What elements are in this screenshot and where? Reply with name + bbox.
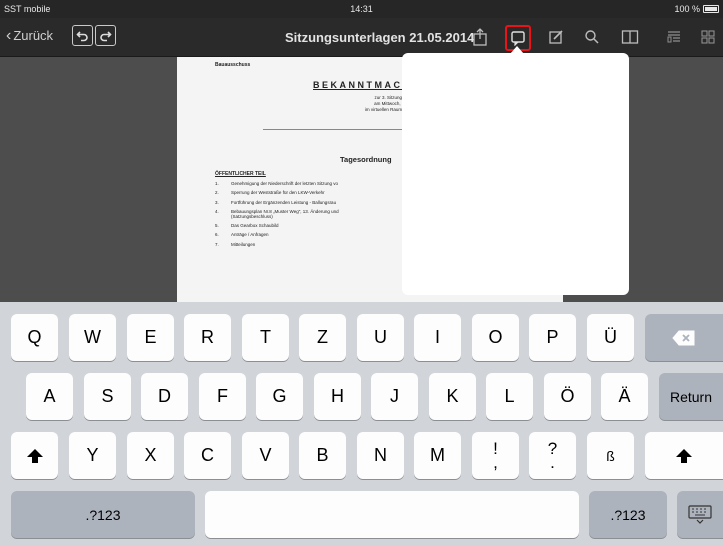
shift-icon bbox=[676, 448, 692, 463]
key-g[interactable]: G bbox=[256, 373, 303, 420]
agenda-item-number: 1. bbox=[215, 181, 219, 186]
agenda-item-text: Fortführung der Ergänzenden Leistung - B… bbox=[231, 199, 337, 205]
battery-percent: 100 % bbox=[674, 4, 700, 14]
key-u[interactable]: U bbox=[357, 314, 404, 361]
annotation-popover[interactable] bbox=[402, 53, 629, 295]
key-v[interactable]: V bbox=[242, 432, 289, 479]
key-x[interactable]: X bbox=[127, 432, 174, 479]
document-author: Bauausschuss bbox=[215, 62, 251, 68]
edit-icon bbox=[549, 30, 563, 44]
outline-icon bbox=[667, 31, 680, 43]
agenda-item-number: 5. bbox=[215, 223, 219, 229]
document-heading: BEKANNTMACH bbox=[313, 80, 412, 90]
back-label: Zurück bbox=[13, 28, 54, 43]
key-p[interactable]: P bbox=[529, 314, 576, 361]
annotation-icon bbox=[511, 31, 525, 46]
backspace-key[interactable] bbox=[645, 314, 723, 361]
clock: 14:31 bbox=[350, 4, 373, 14]
undo-icon bbox=[76, 31, 88, 42]
key-h[interactable]: H bbox=[314, 373, 361, 420]
section-heading: ÖFFENTLICHER TEIL bbox=[215, 171, 266, 177]
redo-button[interactable] bbox=[95, 25, 116, 46]
key-q[interactable]: Q bbox=[11, 314, 58, 361]
key-exclaim-comma[interactable]: !, bbox=[472, 432, 519, 479]
edit-button[interactable] bbox=[546, 27, 566, 47]
search-icon bbox=[585, 30, 599, 44]
key-m[interactable]: M bbox=[414, 432, 461, 479]
undo-button[interactable] bbox=[72, 25, 93, 46]
battery-indicator: 100 % bbox=[674, 4, 719, 14]
agenda-item-number: 2. bbox=[215, 190, 219, 196]
key-t[interactable]: T bbox=[242, 314, 289, 361]
shift-icon bbox=[26, 448, 43, 463]
chevron-left-icon: ‹ bbox=[6, 27, 12, 44]
numbers-key-right[interactable]: .?123 bbox=[589, 491, 667, 538]
keyboard: Q W E R T Z U I O P Ü A S D F G H J K L … bbox=[0, 302, 723, 546]
undo-redo-group bbox=[72, 25, 118, 46]
key-bottom-char: , bbox=[493, 452, 498, 472]
agenda-item-text: Das Gearbox Schaubild bbox=[231, 223, 279, 229]
key-d[interactable]: D bbox=[141, 373, 188, 420]
key-b[interactable]: B bbox=[299, 432, 346, 479]
search-button[interactable] bbox=[582, 27, 602, 47]
agenda-item-text: Genehmigung der Niederschrift der letzte… bbox=[231, 181, 339, 186]
key-l[interactable]: L bbox=[486, 373, 533, 420]
agenda-item-text: Mitteilungen bbox=[231, 241, 256, 247]
key-n[interactable]: N bbox=[357, 432, 404, 479]
agenda-item-number: 6. bbox=[215, 232, 219, 238]
book-view-button[interactable] bbox=[620, 27, 640, 47]
status-bar: SST mobile 14:31 100 % bbox=[0, 0, 723, 18]
grid-view-button[interactable] bbox=[698, 27, 718, 47]
share-icon bbox=[473, 28, 487, 46]
grid-icon bbox=[701, 30, 715, 44]
key-k[interactable]: K bbox=[429, 373, 476, 420]
backspace-icon bbox=[672, 330, 695, 345]
key-ue[interactable]: Ü bbox=[587, 314, 634, 361]
key-r[interactable]: R bbox=[184, 314, 231, 361]
redo-icon bbox=[100, 31, 112, 42]
shift-key-right[interactable] bbox=[645, 432, 723, 479]
key-z[interactable]: Z bbox=[299, 314, 346, 361]
battery-icon bbox=[703, 5, 719, 13]
back-button[interactable]: ‹ Zurück bbox=[6, 27, 54, 44]
key-ae[interactable]: Ä bbox=[601, 373, 648, 420]
key-s[interactable]: S bbox=[84, 373, 131, 420]
key-question-period[interactable]: ?. bbox=[529, 432, 576, 479]
key-i[interactable]: I bbox=[414, 314, 461, 361]
keyboard-dismiss-icon bbox=[688, 504, 712, 524]
key-c[interactable]: C bbox=[184, 432, 231, 479]
outline-button[interactable] bbox=[664, 27, 684, 47]
key-y[interactable]: Y bbox=[69, 432, 116, 479]
book-icon bbox=[621, 30, 639, 44]
space-bar[interactable] bbox=[205, 491, 579, 538]
key-e[interactable]: E bbox=[127, 314, 174, 361]
agenda-item-text: Sperrung der Weststraße für den LKW-Verk… bbox=[231, 190, 325, 196]
shift-key-left[interactable] bbox=[11, 432, 58, 479]
agenda-item-number: 4. bbox=[215, 208, 219, 214]
key-a[interactable]: A bbox=[26, 373, 73, 420]
share-button[interactable] bbox=[470, 27, 490, 47]
agenda-item-text: Anträge / Anfragen bbox=[231, 232, 269, 238]
numbers-key-left[interactable]: .?123 bbox=[11, 491, 195, 538]
key-o[interactable]: O bbox=[472, 314, 519, 361]
return-key[interactable]: Return bbox=[659, 373, 723, 420]
agenda-title: Tagesordnung bbox=[340, 155, 392, 164]
key-sharp-s[interactable]: ß bbox=[587, 432, 634, 479]
document-title: Sitzungsunterlagen 21.05.2014 bbox=[285, 30, 475, 45]
key-oe[interactable]: Ö bbox=[544, 373, 591, 420]
key-f[interactable]: F bbox=[199, 373, 246, 420]
key-j[interactable]: J bbox=[371, 373, 418, 420]
hide-keyboard-key[interactable] bbox=[677, 491, 723, 538]
agenda-item-text: Bebauungsplan Nr.8 „Muster Weg", 13. Änd… bbox=[231, 208, 339, 219]
agenda-item-number: 3. bbox=[215, 199, 219, 205]
toolbar: ‹ Zurück Sitzungsunterlagen 21.05.2014 bbox=[0, 18, 723, 57]
key-w[interactable]: W bbox=[69, 314, 116, 361]
key-bottom-char: . bbox=[550, 452, 555, 472]
agenda-item-number: 7. bbox=[215, 241, 219, 247]
